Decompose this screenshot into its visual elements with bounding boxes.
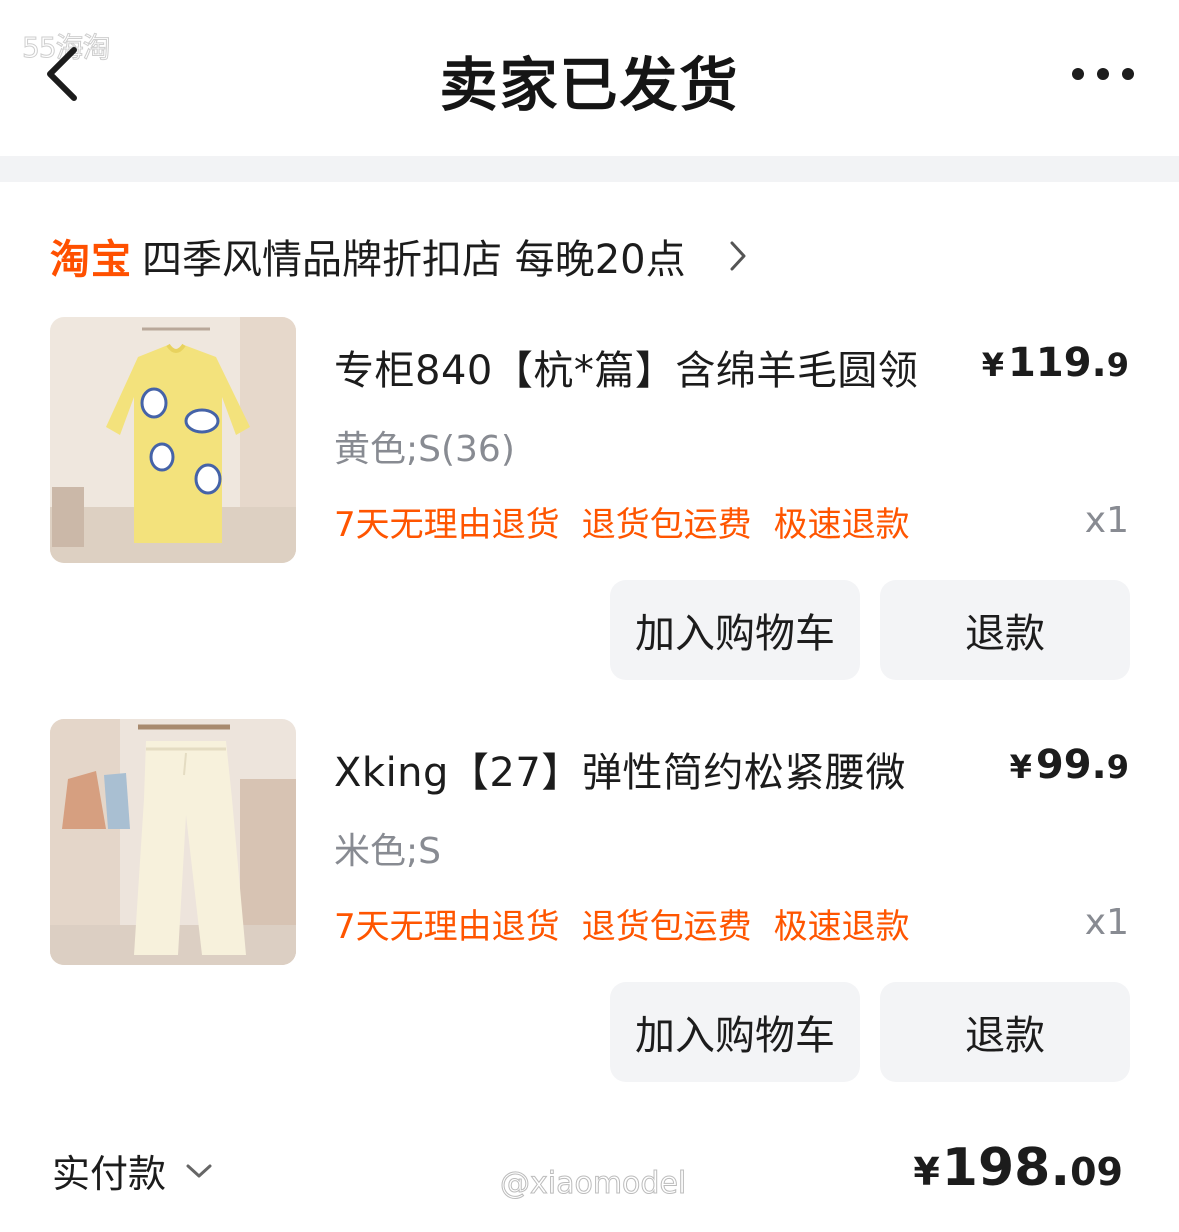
more-options-icon[interactable]: [1066, 62, 1140, 86]
product-price: ¥119.9: [982, 340, 1129, 386]
product-price: ¥99.9: [1010, 742, 1129, 788]
page-title: 卖家已发货: [439, 51, 740, 119]
total-integer: 198.: [941, 1138, 1071, 1198]
paid-amount-label: 实付款: [52, 1152, 167, 1196]
price-integer: 119.: [1008, 340, 1107, 386]
total-decimal: 09: [1070, 1150, 1123, 1194]
section-divider: [0, 156, 1179, 182]
tag-fast-refund: 极速退款: [773, 505, 910, 545]
tag-no-reason-return: 7天无理由退货: [334, 505, 560, 545]
refund-button[interactable]: 退款: [880, 580, 1130, 680]
price-decimal: 9: [1106, 346, 1129, 384]
currency-symbol: ¥: [913, 1150, 940, 1194]
service-tags: 7天无理由退货 退货包运费 极速退款: [334, 899, 910, 948]
tag-no-reason-return: 7天无理由退货: [334, 907, 560, 947]
price-integer: 99.: [1035, 742, 1107, 788]
add-to-cart-button[interactable]: 加入购物车: [610, 982, 860, 1082]
nav-bar: 卖家已发货: [0, 0, 1179, 156]
chevron-right-icon: [730, 241, 746, 271]
tag-free-return-shipping: 退货包运费: [581, 505, 752, 545]
product-title[interactable]: 专柜840【杭*篇】含绵羊毛圆领: [334, 338, 918, 396]
paid-amount: ¥198.09: [913, 1138, 1123, 1198]
product-image-pants[interactable]: [50, 719, 296, 965]
chevron-down-icon: [186, 1164, 212, 1177]
product-sku: 黄色;S(36): [334, 429, 515, 470]
store-header[interactable]: 淘宝 四季风情品牌折扣店 每晚20点: [50, 228, 750, 284]
tag-fast-refund: 极速退款: [773, 907, 910, 947]
watermark: @xiaomodel: [499, 1166, 687, 1202]
product-title[interactable]: Xking【27】弹性简约松紧腰微: [334, 740, 906, 798]
taobao-logo: 淘宝: [50, 237, 132, 283]
product-image-sweater[interactable]: [50, 317, 296, 563]
store-name: 四季风情品牌折扣店 每晚20点: [142, 237, 686, 283]
refund-button[interactable]: 退款: [880, 982, 1130, 1082]
product-quantity: x1: [1084, 902, 1129, 943]
currency-symbol: ¥: [1009, 748, 1032, 786]
add-to-cart-button[interactable]: 加入购物车: [610, 580, 860, 680]
tag-free-return-shipping: 退货包运费: [581, 907, 752, 947]
product-sku: 米色;S: [334, 831, 441, 872]
price-decimal: 9: [1106, 748, 1129, 786]
payment-summary-toggle[interactable]: 实付款: [52, 1143, 214, 1198]
currency-symbol: ¥: [981, 346, 1005, 384]
product-quantity: x1: [1084, 500, 1129, 541]
service-tags: 7天无理由退货 退货包运费 极速退款: [334, 497, 910, 546]
